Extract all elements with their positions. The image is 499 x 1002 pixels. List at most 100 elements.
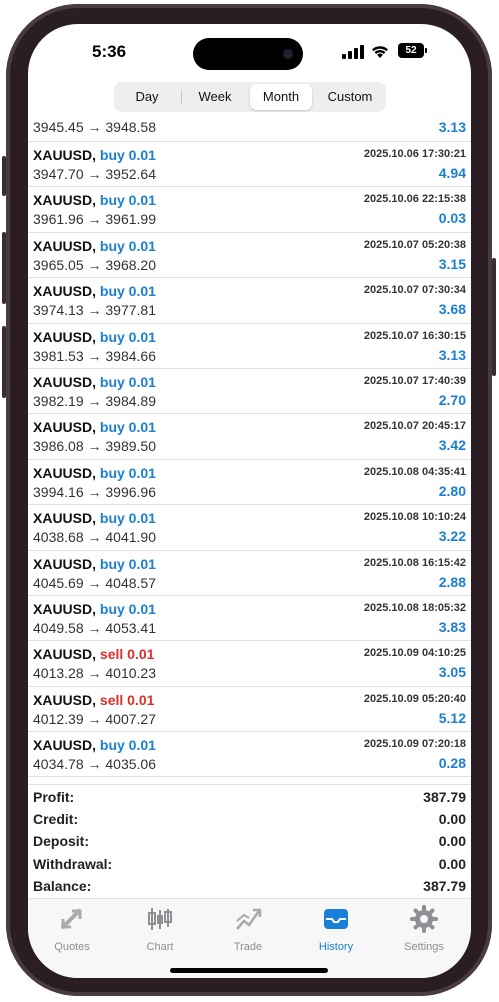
summary-label: Withdrawal: [33,855,113,872]
tab-label: History [318,941,354,953]
segment-divider [181,90,182,104]
deal-datetime: 2025.10.09 04:10:25 [363,647,466,660]
deal-symbol: XAUUSD, buy 0.01 [33,283,156,299]
summary-value: 0.00 [438,833,466,850]
deal-datetime: 2025.10.08 10:10:24 [363,511,466,524]
deal-symbol-text: XAUUSD, [33,192,97,209]
deal-symbol-text: XAUUSD, [33,646,97,663]
tab-label: Settings [404,941,444,953]
tab-trade[interactable]: Trade [204,905,292,953]
deal-datetime: 2025.10.06 17:30:21 [363,148,466,160]
tab-quotes[interactable]: Quotes [28,905,116,953]
deal-prices: 4045.69 → 4048.57 [33,574,156,591]
settings-icon [410,905,438,933]
deal-symbol-text: XAUUSD, [33,419,97,436]
deal-datetime: 2025.10.07 05:20:38 [363,238,466,251]
deal-profit: 3.05 [438,664,466,681]
dynamic-island [193,38,303,70]
deal-row[interactable]: XAUUSD, buy 0.01 2025.10.07 17:40:39 3982.… [28,369,471,415]
deal-profit: 3.83 [438,618,466,635]
summary-value: 0.00 [438,855,466,872]
deal-row[interactable]: XAUUSD, buy 0.01 2025.10.08 04:35:41 3994.… [28,460,471,506]
tab-chart[interactable]: Chart [116,905,204,953]
deal-row[interactable]: XAUUSD, buy 0.01 2025.10.07 16:30:15 3981.… [28,324,471,369]
deal-side: buy 0.01 [99,419,156,436]
history-icon [324,909,348,929]
deal-symbol-text: XAUUSD, [33,328,97,345]
deal-prices: 3981.53 → 3984.66 [33,347,156,364]
deal-datetime: 2025.10.09 05:20:40 [363,692,466,705]
deal-symbol: XAUUSD, buy 0.01 [33,329,156,345]
deal-row[interactable]: XAUUSD, buy 0.01 2025.10.08 16:15:42 4045.… [28,551,471,596]
deal-side: buy 0.01 [99,147,156,163]
segment-day[interactable]: Day [116,84,178,110]
trade-icon [236,908,262,930]
period-segmented-control: Day Week Month Custom [114,82,386,112]
deal-symbol-text: XAUUSD, [33,600,97,617]
side-button [2,156,6,196]
deal-row[interactable]: XAUUSD, buy 0.01 2025.10.06 22:15:38 3961.… [28,187,471,233]
deal-datetime: 2025.10.07 20:45:17 [363,420,466,433]
deal-prices: 3994.16 → 3996.96 [33,483,156,500]
deal-row[interactable]: XAUUSD, buy 0.01 2025.10.07 20:45:17 3986.… [28,414,471,460]
summary-label: Profit: [33,789,75,805]
deal-symbol-text: XAUUSD, [33,373,97,390]
deal-prices: 3986.08 → 3989.50 [33,438,156,455]
deal-profit: 0.03 [438,210,466,227]
deal-prices: 3947.70 → 3952.64 [33,166,156,182]
deal-datetime: 2025.10.07 17:40:39 [363,374,466,387]
deal-symbol-text: XAUUSD, [33,283,97,300]
deal-row[interactable]: XAUUSD, sell 0.01 2025.10.09 05:20:40 4012… [28,687,471,733]
segment-month[interactable]: Month [250,84,312,110]
deal-datetime: 2025.10.07 16:30:15 [363,329,466,342]
deal-side: sell 0.01 [99,691,155,708]
segment-week[interactable]: Week [184,84,246,110]
deal-profit: 3.13 [438,346,466,363]
summary-label: Balance: [33,877,92,894]
deal-symbol-text: XAUUSD, [33,147,97,163]
deal-side: buy 0.01 [99,328,156,345]
deal-side: buy 0.01 [99,737,156,754]
deal-symbol: XAUUSD, buy 0.01 [33,419,156,435]
deal-row[interactable]: XAUUSD, sell 0.01 2025.10.09 04:10:25 4013… [28,641,471,687]
segment-custom[interactable]: Custom [316,84,384,110]
deal-row[interactable]: XAUUSD, buy 0.01 2025.10.07 05:20:38 3965.… [28,233,471,279]
home-indicator [170,968,328,973]
deal-side: buy 0.01 [99,283,156,300]
status-time: 5:36 [92,42,127,61]
deal-profit: 2.80 [438,482,466,499]
deal-symbol: XAUUSD, sell 0.01 [33,646,154,662]
deal-row[interactable]: XAUUSD, buy 0.01 2025.10.08 18:05:32 4049.… [28,596,471,642]
deal-prices: 4038.68 → 4041.90 [33,529,156,546]
deal-row[interactable]: XAUUSD, buy 0.01 2025.10.06 17:30:21 3947.… [28,142,471,188]
camera-dot [283,49,293,59]
deal-prices: 4034.78 → 4035.06 [33,756,156,773]
deal-side: buy 0.01 [99,464,156,481]
deal-datetime: 2025.10.07 07:30:34 [363,284,466,297]
deal-row[interactable]: XAUUSD, buy 0.01 2025.10.09 07:20:18 4034.… [28,732,471,778]
deal-symbol: XAUUSD, buy 0.01 [33,556,156,572]
deal-row-partial[interactable]: 3945.45 → 3948.58 3.13 [28,118,471,142]
summary-deposit: Deposit: 0.00 [28,829,471,851]
deal-profit: 3.22 [438,528,466,545]
tab-history[interactable]: History [292,905,380,953]
deal-symbol: XAUUSD, buy 0.01 [33,238,156,254]
tab-label: Chart [146,941,174,953]
deal-row[interactable]: XAUUSD, buy 0.01 2025.10.07 07:30:34 3974.… [28,278,471,324]
power-button [492,258,496,376]
deal-datetime: 2025.10.08 04:35:41 [363,465,466,478]
summary-label: Credit: [33,811,79,828]
summary-balance: Balance: 387.79 [28,874,471,896]
deal-side: buy 0.01 [99,555,156,572]
deal-profit: 3.15 [438,255,466,272]
deal-symbol: XAUUSD, buy 0.01 [33,192,156,208]
deal-symbol-text: XAUUSD, [33,737,97,754]
deal-row[interactable]: XAUUSD, buy 0.01 2025.10.08 10:10:24 4038.… [28,505,471,551]
summary-credit: Credit: 0.00 [28,807,471,829]
tab-settings[interactable]: Settings [380,905,468,953]
deal-prices: 4049.58 → 4053.41 [33,619,156,636]
deal-datetime: 2025.10.06 22:15:38 [363,193,466,206]
deal-symbol: XAUUSD, buy 0.01 [33,737,156,753]
deal-symbol-text: XAUUSD, [33,555,97,572]
deal-profit: 4.94 [438,165,466,181]
